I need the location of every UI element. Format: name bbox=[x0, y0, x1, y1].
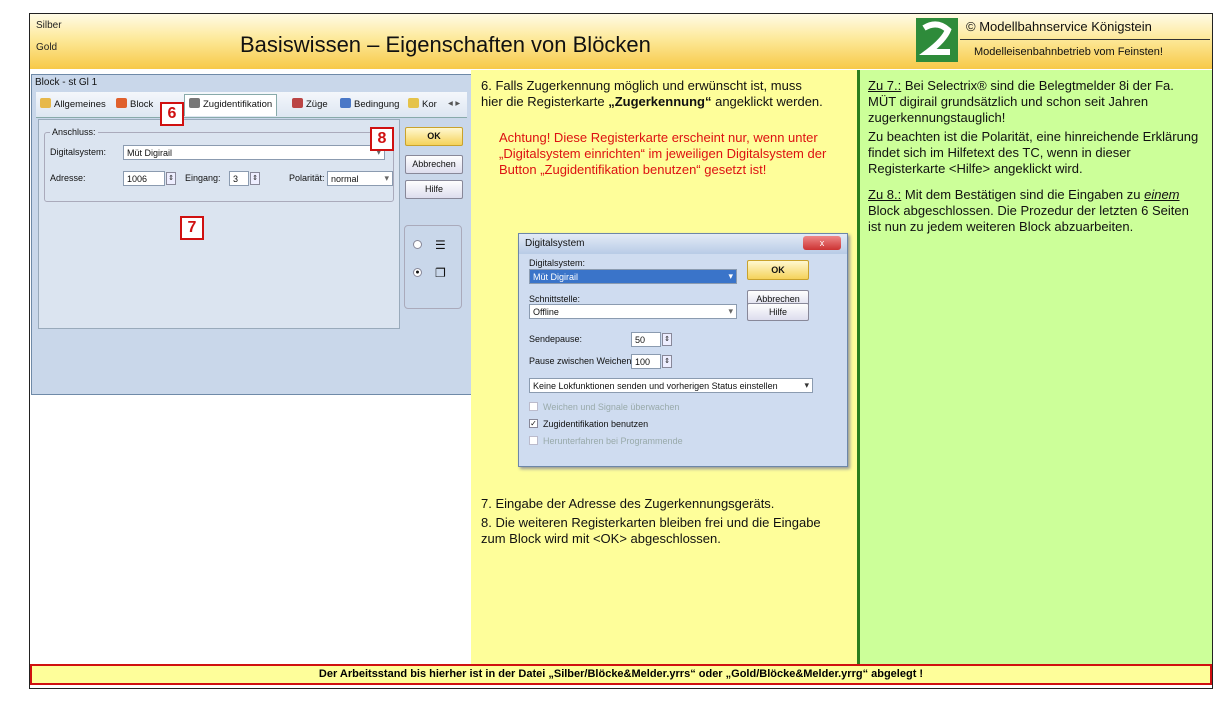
marker-7: 7 bbox=[180, 216, 204, 240]
edit-icon bbox=[408, 98, 419, 108]
step-6: 6. Falls Zugerkennung möglich und erwüns… bbox=[481, 78, 823, 109]
adresse-label: Adresse: bbox=[50, 173, 86, 183]
note-zu7: Zu 7.: Bei Selectrix® sind die Belegtmel… bbox=[868, 78, 1174, 125]
step-8: 8. Die weiteren Registerkarten bleiben f… bbox=[481, 515, 821, 546]
chevron-down-icon: ▾ bbox=[384, 173, 389, 183]
miniatur-logo-icon bbox=[916, 18, 958, 62]
polaritaet-select[interactable]: normal ▾ bbox=[327, 171, 393, 186]
chevron-down-icon: ▾ bbox=[728, 306, 733, 316]
tab-bedingung[interactable]: Bedingung bbox=[340, 98, 399, 110]
dlg-digitalsystem-select[interactable]: Müt Digirail ▾ bbox=[529, 269, 737, 284]
train-id-icon bbox=[189, 98, 200, 108]
view-toggle: ☰ ● ❐ bbox=[404, 225, 462, 309]
note-zu7-polarity: Zu beachten ist die Polarität, eine hinr… bbox=[868, 129, 1199, 176]
schnittstelle-select[interactable]: Offline ▾ bbox=[529, 304, 737, 319]
copyright: © Modellbahnservice Königstein bbox=[966, 19, 1152, 34]
level-gold: Gold bbox=[36, 42, 58, 53]
polaritaet-label: Polarität: bbox=[289, 173, 325, 183]
pause-input[interactable]: 100 bbox=[631, 354, 661, 369]
dialog-title: Digitalsystem bbox=[519, 234, 847, 254]
divider bbox=[960, 39, 1210, 40]
cb-herunterfahren-checkbox[interactable] bbox=[529, 436, 538, 445]
list-icon: ☰ bbox=[435, 238, 446, 252]
dlg-digitalsystem-label: Digitalsystem: bbox=[529, 258, 586, 268]
block-icon bbox=[116, 98, 127, 108]
level-silber: Silber bbox=[36, 20, 62, 31]
cb-herunterfahren-label: Herunterfahren bei Programmende bbox=[543, 436, 683, 446]
digitalsystem-select[interactable]: Müt Digirail ▾ bbox=[123, 145, 385, 160]
ok-button[interactable]: OK bbox=[405, 127, 463, 146]
pause-label: Pause zwischen Weichen: bbox=[529, 356, 634, 366]
sendepause-input[interactable]: 50 bbox=[631, 332, 661, 347]
header: Silber Gold Basiswissen – Eigenschaften … bbox=[30, 14, 1212, 69]
tab-block[interactable]: Block bbox=[116, 98, 153, 110]
condition-icon bbox=[340, 98, 351, 108]
eingang-spinner[interactable]: ⇕ bbox=[250, 172, 260, 185]
schnittstelle-label: Schnittstelle: bbox=[529, 294, 581, 304]
step-7: 7. Eingabe der Adresse des Zugerkennungs… bbox=[481, 496, 775, 511]
page-title: Basiswissen – Eigenschaften von Blöcken bbox=[240, 32, 651, 57]
close-button[interactable]: x bbox=[803, 236, 841, 250]
tab-kor[interactable]: Kor bbox=[408, 98, 437, 110]
window-title: Block - st Gl 1 bbox=[35, 77, 98, 88]
cb-weichen-checkbox[interactable] bbox=[529, 402, 538, 411]
eingang-label: Eingang: bbox=[185, 173, 221, 183]
slogan: Modelleisenbahnbetrieb vom Feinsten! bbox=[974, 46, 1163, 58]
digitalsystem-dialog: Digitalsystem x Digitalsystem: Müt Digir… bbox=[518, 233, 848, 467]
slide: Silber Gold Basiswissen – Eigenschaften … bbox=[29, 13, 1213, 689]
eingang-input[interactable]: 3 bbox=[229, 171, 249, 186]
cb-zugid-label: Zugidentifikation benutzen bbox=[543, 419, 649, 429]
chevron-down-icon: ▾ bbox=[804, 380, 809, 390]
footer-note: Der Arbeitsstand bis hierher ist in der … bbox=[30, 664, 1212, 685]
notes-column: Zu 7.: Bei Selectrix® sind die Belegtmel… bbox=[857, 70, 1212, 664]
tab-zuege[interactable]: Züge bbox=[292, 98, 328, 110]
tab-bar: Allgemeines Block Zugidentifikation Züge… bbox=[36, 92, 467, 118]
train-icon bbox=[292, 98, 303, 108]
sendepause-label: Sendepause: bbox=[529, 334, 583, 344]
group-label: Anschluss: bbox=[50, 127, 98, 137]
general-icon bbox=[40, 98, 51, 108]
note-zu8: Zu 8.: Mit dem Bestätigen sind die Einga… bbox=[868, 187, 1189, 234]
tab-zugidentifikation[interactable]: Zugidentifikation bbox=[184, 94, 278, 116]
warning-text: Achtung! Diese Registerkarte erscheint n… bbox=[499, 130, 827, 177]
hilfe-button[interactable]: Hilfe bbox=[405, 180, 463, 199]
tab-panel: Anschluss: Digitalsystem: Müt Digirail ▾ … bbox=[38, 119, 400, 329]
digitalsystem-label: Digitalsystem: bbox=[50, 147, 107, 157]
marker-6: 6 bbox=[160, 102, 184, 126]
dlg-hilfe-button[interactable]: Hilfe bbox=[747, 303, 809, 321]
marker-8: 8 bbox=[370, 127, 394, 151]
adresse-spinner[interactable]: ⇕ bbox=[166, 172, 176, 185]
anschluss-group: Anschluss: Digitalsystem: Müt Digirail ▾ … bbox=[44, 127, 394, 202]
cb-zugid-checkbox[interactable]: ✓ bbox=[529, 419, 538, 428]
cb-weichen-label: Weichen und Signale überwachen bbox=[543, 402, 680, 412]
radio-detail[interactable]: ● bbox=[413, 268, 422, 277]
copy-icon: ❐ bbox=[435, 266, 446, 280]
dlg-ok-button[interactable]: OK bbox=[747, 260, 809, 280]
chevron-down-icon: ▾ bbox=[728, 271, 733, 281]
tab-allgemeines[interactable]: Allgemeines bbox=[40, 98, 106, 110]
tab-scroll-arrows[interactable]: ◂ ▸ bbox=[448, 98, 460, 109]
sendepause-spinner[interactable]: ⇕ bbox=[662, 333, 672, 346]
radio-list[interactable] bbox=[413, 240, 422, 249]
lokfunktion-select[interactable]: Keine Lokfunktionen senden und vorherige… bbox=[529, 378, 813, 393]
abbrechen-button[interactable]: Abbrechen bbox=[405, 155, 463, 174]
adresse-input[interactable]: 1006 bbox=[123, 171, 165, 186]
block-window: Block - st Gl 1 Allgemeines Block Zugide… bbox=[31, 74, 472, 395]
pause-spinner[interactable]: ⇕ bbox=[662, 355, 672, 368]
